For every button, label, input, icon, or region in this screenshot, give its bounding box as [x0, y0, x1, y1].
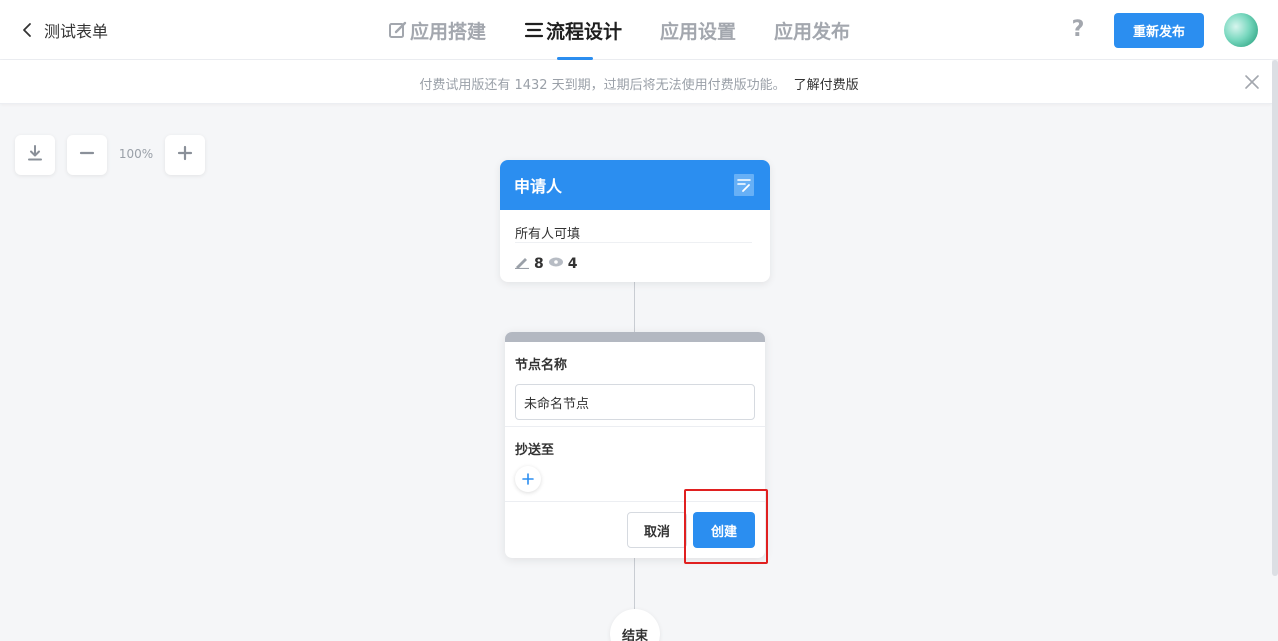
field-permission-stats: 8 4 [514, 255, 578, 273]
top-header: 测试表单 应用搭建 流程设计 应用设置 应用发布 ? 重新发布 [0, 0, 1278, 60]
notice-message: 付费试用版还有 1432 天到期，过期后将无法使用付费版功能。 [419, 78, 786, 93]
notice-text: 付费试用版还有 1432 天到期，过期后将无法使用付费版功能。 了解付费版 [0, 74, 1278, 93]
eye-icon [548, 256, 564, 272]
user-avatar[interactable] [1224, 13, 1258, 47]
list-icon [524, 20, 544, 40]
tab-app-build[interactable]: 应用搭建 [388, 0, 486, 60]
trial-notice-bar: 付费试用版还有 1432 天到期，过期后将无法使用付费版功能。 了解付费版 [0, 60, 1272, 104]
divider [505, 501, 765, 502]
download-icon [26, 144, 44, 166]
divider [515, 242, 752, 243]
vertical-scrollbar[interactable] [1272, 60, 1278, 576]
chevron-left-icon [18, 21, 36, 39]
pencil-icon [514, 255, 530, 273]
tab-process-design[interactable]: 流程设计 [524, 0, 622, 60]
main-tabs: 应用搭建 流程设计 应用设置 应用发布 [388, 0, 888, 60]
download-button[interactable] [15, 135, 55, 175]
zoom-in-button[interactable] [165, 135, 205, 175]
add-cc-button[interactable] [515, 466, 541, 492]
view-count: 4 [567, 256, 578, 272]
zoom-level: 100% [118, 147, 154, 161]
node-editor-card: 节点名称 抄送至 取消 创建 [505, 332, 765, 558]
connector-line [634, 282, 635, 332]
applicant-node[interactable]: 申请人 所有人可填 8 4 [500, 160, 770, 282]
edit-count: 8 [534, 256, 544, 272]
republish-button[interactable]: 重新发布 [1114, 13, 1204, 48]
card-top-bar [505, 332, 765, 342]
divider [505, 426, 765, 427]
node-name-label: 节点名称 [515, 358, 568, 373]
zoom-out-button[interactable] [67, 135, 107, 175]
close-icon[interactable] [1243, 73, 1261, 91]
upgrade-link[interactable]: 了解付费版 [794, 78, 859, 93]
node-header: 申请人 [500, 160, 770, 210]
plus-icon [177, 145, 193, 165]
tab-app-settings[interactable]: 应用设置 [660, 0, 736, 60]
minus-icon [79, 145, 95, 165]
tab-label: 应用发布 [774, 20, 851, 43]
edit-icon [388, 20, 408, 40]
cc-label: 抄送至 [515, 443, 555, 458]
create-button[interactable]: 创建 [693, 512, 755, 548]
form-title: 测试表单 [44, 22, 109, 41]
end-node[interactable]: 结束 [610, 609, 660, 641]
node-title: 申请人 [514, 177, 563, 196]
tab-app-publish[interactable]: 应用发布 [774, 0, 850, 60]
plus-icon [522, 470, 534, 489]
node-name-input[interactable] [515, 384, 755, 420]
end-node-label: 结束 [621, 629, 648, 641]
node-subtitle: 所有人可填 [515, 227, 581, 242]
connector-line [634, 558, 635, 609]
tab-label: 流程设计 [546, 20, 623, 43]
help-icon[interactable]: ? [1066, 17, 1090, 43]
tab-label: 应用搭建 [410, 20, 487, 43]
form-edit-icon [733, 173, 755, 197]
back-button[interactable]: 测试表单 [18, 18, 108, 42]
cancel-button[interactable]: 取消 [627, 512, 687, 548]
tab-label: 应用设置 [660, 20, 737, 43]
